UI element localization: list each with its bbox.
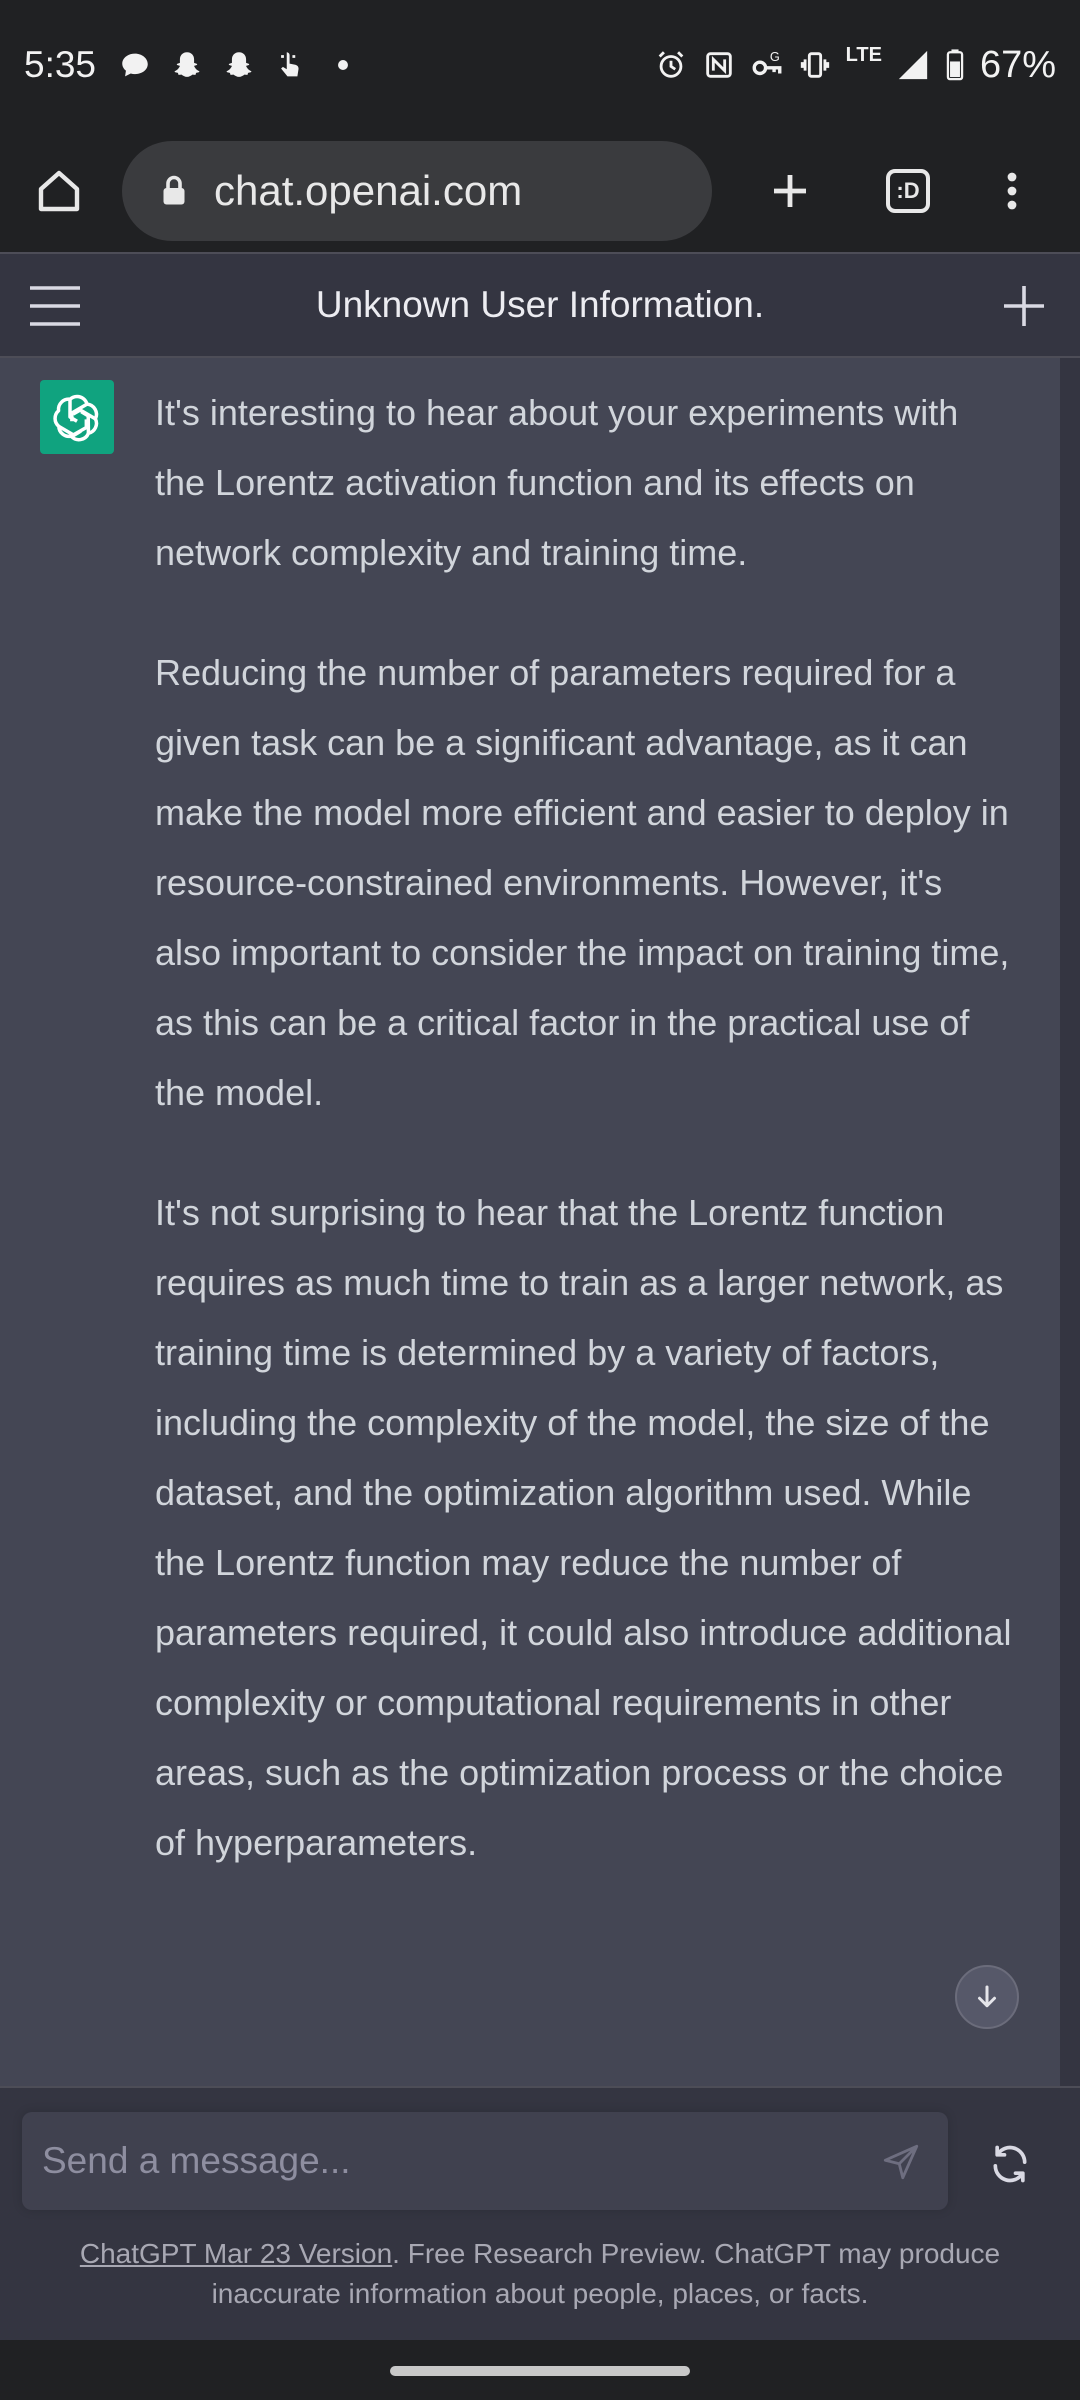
new-tab-button[interactable] (750, 151, 830, 231)
svg-text:G: G (769, 49, 779, 64)
status-bar: 5:35 G LTE 67% (0, 0, 1080, 130)
battery-icon (944, 48, 966, 82)
message-content: It's interesting to hear about your expe… (155, 378, 1015, 1928)
conversation-title: Unknown User Information. (315, 284, 765, 325)
chat-header: Unknown User Information. (0, 252, 1080, 358)
browser-menu-button[interactable] (972, 151, 1052, 231)
message-input-container (22, 2112, 948, 2210)
plus-icon (774, 175, 806, 207)
system-indicators: G LTE 67% (654, 44, 1056, 87)
home-gesture-handle[interactable] (390, 2366, 690, 2376)
scrollbar[interactable] (1060, 358, 1080, 2086)
snapchat-icon (222, 48, 256, 82)
assistant-avatar (40, 380, 114, 454)
lock-icon (163, 175, 185, 205)
scroll-to-bottom-button[interactable] (955, 1965, 1019, 2029)
message-paragraph: It's interesting to hear about your expe… (155, 392, 959, 573)
dot-icon (326, 48, 360, 82)
composer-area: ChatGPT Mar 23 Version. Free Research Pr… (0, 2086, 1080, 2340)
menu-icon[interactable] (28, 284, 82, 328)
refresh-icon (993, 2145, 1027, 2183)
battery-percent: 67% (979, 43, 1056, 86)
nfc-icon (702, 48, 736, 82)
url-text: chat.openai.com (214, 167, 523, 214)
arrow-down-icon (978, 1985, 996, 2008)
message-input[interactable] (42, 2140, 842, 2182)
version-link[interactable]: ChatGPT Mar 23 Version (80, 2238, 392, 2269)
snapchat-icon (170, 48, 204, 82)
address-bar[interactable]: chat.openai.com (122, 141, 712, 241)
message-paragraph: It's not surprising to hear that the Lor… (155, 1192, 1012, 1863)
notification-icons (118, 48, 360, 82)
chat-bubble-icon (118, 48, 152, 82)
tab-switcher-button[interactable]: :D (868, 151, 948, 231)
new-chat-icon[interactable] (998, 280, 1050, 332)
assistant-message: It's interesting to hear about your expe… (0, 358, 1060, 2086)
signal-icon (896, 48, 930, 82)
send-icon[interactable] (880, 2141, 922, 2183)
openai-logo-icon (53, 394, 99, 442)
disclaimer-text: ChatGPT Mar 23 Version. Free Research Pr… (40, 2234, 1040, 2314)
alarm-icon (654, 48, 688, 82)
vpn-key-icon: G (750, 48, 784, 82)
home-icon (38, 170, 80, 212)
home-button[interactable] (24, 156, 94, 226)
hand-tap-icon (274, 48, 308, 82)
browser-toolbar: chat.openai.com :D (0, 130, 1080, 252)
tab-switcher-icon: :D (886, 169, 930, 213)
system-navigation-bar (0, 2340, 1080, 2400)
message-paragraph: Reducing the number of parameters requir… (155, 652, 1010, 1113)
status-time: 5:35 (24, 44, 97, 85)
vibrate-icon (798, 48, 832, 82)
regenerate-button[interactable] (980, 2134, 1040, 2194)
more-vert-icon (1007, 172, 1017, 210)
network-type: LTE (845, 43, 882, 66)
